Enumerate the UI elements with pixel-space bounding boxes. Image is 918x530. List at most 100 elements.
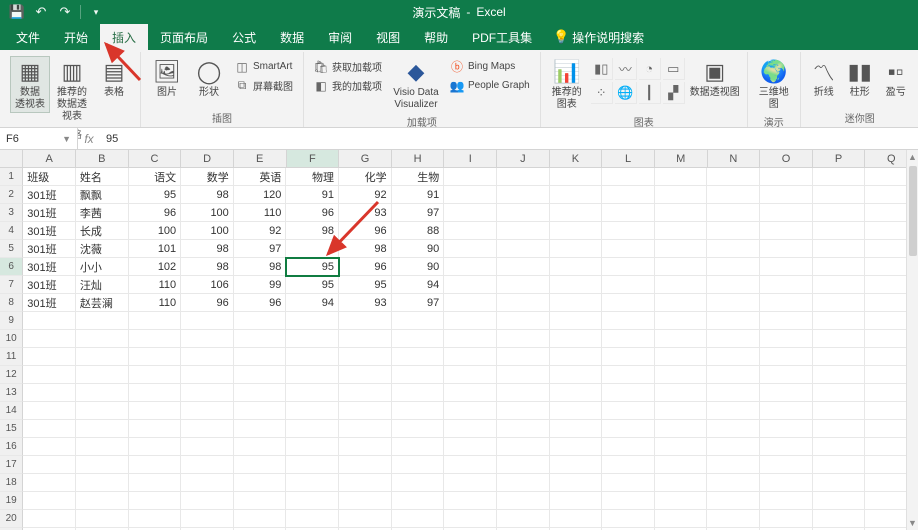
cell[interactable] xyxy=(129,492,182,510)
cell[interactable] xyxy=(497,276,550,294)
qat-customize-icon[interactable]: ▾ xyxy=(87,3,105,21)
cell[interactable] xyxy=(760,294,813,312)
cell[interactable] xyxy=(550,384,603,402)
cell[interactable] xyxy=(76,366,129,384)
cell[interactable] xyxy=(707,204,760,222)
pivot-table-button[interactable]: ▦ 数据 透视表 xyxy=(10,56,50,113)
redo-icon[interactable]: ↷ xyxy=(56,3,74,21)
row-header[interactable]: 18 xyxy=(0,474,23,492)
cell[interactable]: 97 xyxy=(234,240,287,258)
cell[interactable]: 95 xyxy=(339,276,392,294)
tab-data[interactable]: 数据 xyxy=(268,24,316,50)
cell[interactable] xyxy=(550,258,603,276)
cell[interactable] xyxy=(655,384,708,402)
cell[interactable]: 96 xyxy=(181,294,234,312)
cell[interactable] xyxy=(655,438,708,456)
tell-me-search[interactable]: 💡 操作说明搜索 xyxy=(554,24,644,50)
cell[interactable]: 小小 xyxy=(76,258,129,276)
sparkline-line-button[interactable]: 〽 折线 xyxy=(807,56,841,101)
column-header[interactable]: L xyxy=(602,150,655,167)
cell[interactable] xyxy=(129,474,182,492)
cell[interactable]: 长成 xyxy=(76,222,129,240)
cell[interactable] xyxy=(129,366,182,384)
cell[interactable] xyxy=(707,474,760,492)
cell[interactable]: 英语 xyxy=(234,168,287,186)
cell[interactable] xyxy=(602,384,655,402)
cell[interactable] xyxy=(129,312,182,330)
cell[interactable] xyxy=(813,258,866,276)
cell[interactable] xyxy=(760,240,813,258)
pictures-button[interactable]: 🖼 图片 xyxy=(147,56,187,101)
cell[interactable] xyxy=(286,240,339,258)
cell[interactable] xyxy=(181,312,234,330)
tab-view[interactable]: 视图 xyxy=(364,24,412,50)
row-header[interactable]: 1 xyxy=(0,168,23,186)
cell[interactable] xyxy=(286,402,339,420)
cell[interactable] xyxy=(550,474,603,492)
cell[interactable] xyxy=(655,258,708,276)
cell[interactable] xyxy=(813,402,866,420)
cell[interactable] xyxy=(444,168,497,186)
column-header[interactable]: M xyxy=(655,150,708,167)
cell[interactable]: 91 xyxy=(392,186,445,204)
cell[interactable] xyxy=(497,240,550,258)
cell[interactable]: 飘飘 xyxy=(76,186,129,204)
cell[interactable] xyxy=(760,420,813,438)
cell[interactable] xyxy=(339,330,392,348)
cell[interactable]: 94 xyxy=(392,276,445,294)
cell[interactable]: 化学 xyxy=(339,168,392,186)
cell[interactable] xyxy=(707,510,760,528)
cell[interactable] xyxy=(181,492,234,510)
cell[interactable] xyxy=(655,240,708,258)
cell[interactable] xyxy=(76,492,129,510)
cell[interactable]: 88 xyxy=(392,222,445,240)
cell[interactable] xyxy=(813,366,866,384)
cell[interactable] xyxy=(444,510,497,528)
select-all-corner[interactable] xyxy=(0,150,23,167)
cell[interactable]: 301班 xyxy=(23,204,76,222)
cell[interactable] xyxy=(23,420,76,438)
cell[interactable] xyxy=(444,186,497,204)
cell[interactable] xyxy=(129,420,182,438)
cell[interactable] xyxy=(444,456,497,474)
cell[interactable] xyxy=(444,258,497,276)
cell[interactable] xyxy=(497,312,550,330)
cell[interactable] xyxy=(602,312,655,330)
cell[interactable] xyxy=(392,330,445,348)
cell[interactable] xyxy=(497,474,550,492)
cell[interactable]: 96 xyxy=(234,294,287,312)
row-header[interactable]: 6 xyxy=(0,258,23,276)
cell[interactable] xyxy=(181,402,234,420)
cell[interactable] xyxy=(444,294,497,312)
cell[interactable] xyxy=(497,222,550,240)
recommended-charts-button[interactable]: 📊 推荐的 图表 xyxy=(547,56,587,113)
cell[interactable] xyxy=(813,294,866,312)
tab-home[interactable]: 开始 xyxy=(52,24,100,50)
cell[interactable] xyxy=(707,456,760,474)
cell[interactable] xyxy=(444,420,497,438)
cell[interactable] xyxy=(550,492,603,510)
cell[interactable] xyxy=(655,510,708,528)
vertical-scrollbar[interactable]: ▲ ▼ xyxy=(906,150,918,530)
cell[interactable] xyxy=(550,456,603,474)
cell[interactable] xyxy=(707,330,760,348)
tab-help[interactable]: 帮助 xyxy=(412,24,460,50)
cell[interactable] xyxy=(760,312,813,330)
cell[interactable]: 110 xyxy=(129,294,182,312)
cell[interactable]: 90 xyxy=(392,240,445,258)
cell[interactable] xyxy=(813,276,866,294)
cell[interactable]: 98 xyxy=(234,258,287,276)
column-header[interactable]: C xyxy=(129,150,182,167)
cell[interactable] xyxy=(76,420,129,438)
cell[interactable] xyxy=(707,258,760,276)
cell[interactable] xyxy=(655,294,708,312)
cell[interactable]: 92 xyxy=(339,186,392,204)
row-header[interactable]: 5 xyxy=(0,240,23,258)
combo-chart-icon[interactable]: ▞ xyxy=(663,82,685,104)
cell[interactable] xyxy=(392,312,445,330)
cell[interactable] xyxy=(707,438,760,456)
column-header[interactable]: I xyxy=(444,150,497,167)
cell[interactable] xyxy=(760,384,813,402)
cell[interactable] xyxy=(181,510,234,528)
cell[interactable] xyxy=(392,366,445,384)
